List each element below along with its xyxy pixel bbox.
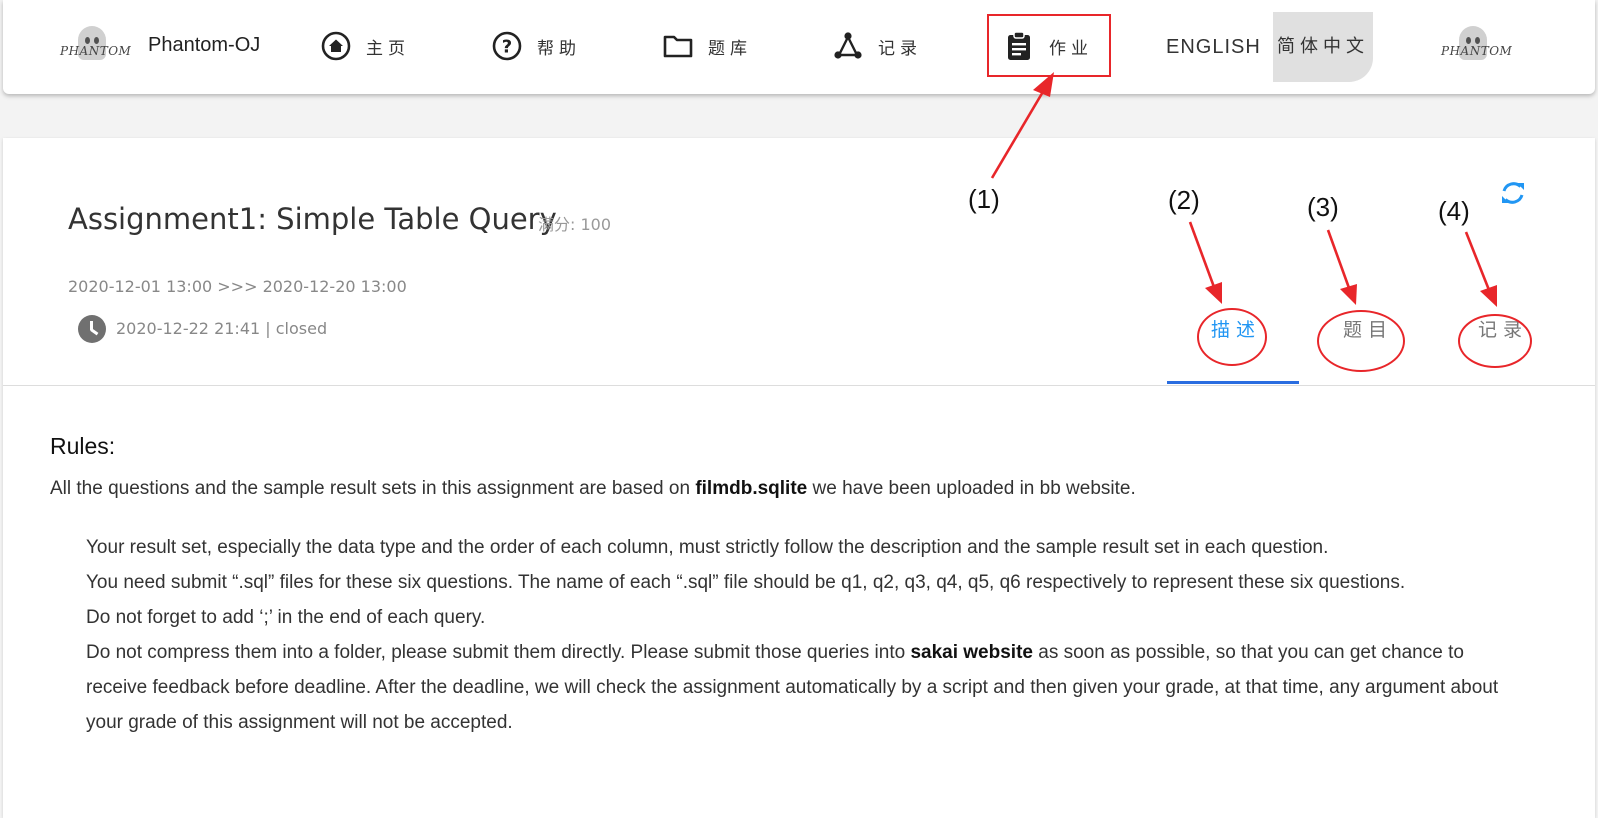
nav-label-home: 主页: [366, 38, 410, 59]
nav-label-help: 帮助: [537, 38, 581, 59]
rule-line-4-text: Do not compress them into a folder, plea…: [86, 642, 911, 663]
database-name: filmdb.sqlite: [695, 478, 808, 499]
home-icon: [320, 30, 352, 62]
full-score-label: 满分: 100: [538, 215, 612, 234]
nav-item-problems[interactable]: 题库: [662, 26, 752, 66]
lang-chinese-button[interactable]: 简体中文: [1273, 12, 1373, 82]
rule-line-3: Do not forget to add ‘;’ in the end of e…: [86, 607, 486, 628]
rule-line-2: You need submit “.sql” files for these s…: [86, 572, 1406, 593]
rules-list: Your result set, especially the data typ…: [86, 530, 1526, 740]
help-icon: ?: [491, 30, 523, 62]
rules-intro-text: All the questions and the sample result …: [50, 478, 696, 499]
active-tab-indicator: [1167, 381, 1299, 384]
folder-icon: [662, 30, 694, 62]
logo[interactable]: PHANTOM: [60, 26, 132, 70]
lang-english-button[interactable]: ENGLISH: [1166, 36, 1261, 59]
annotation-label-4: (4): [1438, 196, 1470, 226]
assignment-card: Assignment1: Simple Table Query 满分: 100 …: [3, 138, 1595, 818]
svg-text:?: ?: [502, 37, 512, 58]
rules-intro: All the questions and the sample result …: [50, 471, 1570, 506]
assignment-status: 2020-12-22 21:41 | closed: [116, 319, 328, 338]
annotation-label-2: (2): [1168, 185, 1200, 215]
nav-label-records: 记录: [878, 38, 922, 59]
top-navbar: PHANTOM Phantom-OJ 主页 ? 帮助 题库 记录 作业 ENGL…: [3, 0, 1595, 94]
annotation-ellipse-records: [1458, 314, 1532, 368]
tab-divider: [3, 385, 1595, 386]
rules-heading: Rules:: [50, 433, 116, 459]
brand-name[interactable]: Phantom-OJ: [148, 34, 260, 57]
nav-item-home[interactable]: 主页: [320, 26, 410, 66]
assignment-dates: 2020-12-01 13:00 >>> 2020-12-20 13:00: [68, 277, 407, 296]
annotation-label-3: (3): [1307, 192, 1339, 222]
logo-text: PHANTOM: [60, 44, 132, 58]
nav-label-problems: 题库: [708, 38, 752, 59]
rule-line-4: Do not compress them into a folder, plea…: [86, 635, 1526, 740]
avatar-text: PHANTOM: [1441, 44, 1513, 58]
nav-item-records[interactable]: 记录: [832, 26, 922, 66]
clock-icon: [78, 315, 106, 343]
refresh-icon[interactable]: [1498, 178, 1528, 208]
rules-intro-text-end: we have been uploaded in bb website.: [807, 478, 1136, 499]
user-avatar[interactable]: PHANTOM: [1441, 26, 1513, 70]
network-icon: [832, 30, 864, 62]
submission-site: sakai website: [910, 642, 1033, 663]
annotation-ellipse-problems: [1317, 310, 1405, 372]
assignment-title: Assignment1: Simple Table Query: [68, 202, 557, 236]
annotation-box-assignments: [987, 14, 1111, 77]
nav-item-help[interactable]: ? 帮助: [491, 26, 581, 66]
rule-line-1: Your result set, especially the data typ…: [86, 537, 1329, 558]
annotation-label-1: (1): [968, 184, 1000, 214]
annotation-ellipse-description: [1197, 308, 1267, 366]
